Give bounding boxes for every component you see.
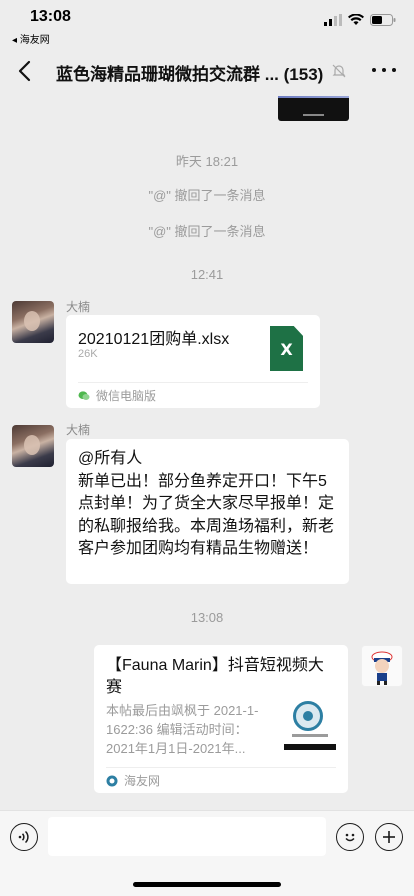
home-indicator[interactable] (133, 882, 281, 887)
back-arrow-icon[interactable] (14, 58, 38, 84)
share-title: 【Fauna Marin】抖音短视频大赛 (106, 657, 324, 696)
police-avatar-icon (371, 651, 393, 685)
member-count: (153) (283, 65, 324, 84)
share-card-message[interactable]: 【Fauna Marin】抖音短视频大赛 本帖最后由飒枫于 2021-1-162… (94, 645, 348, 793)
excel-file-icon: X (270, 326, 303, 371)
message-source: 微信电脑版 (78, 382, 308, 408)
logo-caption (292, 734, 328, 737)
chat-title: 蓝色海精品珊瑚微拍交流群 ... (153) (56, 60, 331, 85)
dot-icon (392, 68, 396, 72)
timestamp: 昨天 18:21 (175, 154, 239, 169)
message-text: @所有人 新单已出！部分鱼养定开口！下午5点封单！为了货全大家尽早报单！定的私聊… (78, 450, 335, 557)
share-description: 本帖最后由飒枫于 2021-1-1622:36 编辑活动时间：2021年1月1日… (106, 703, 259, 756)
timestamp: 12:41 (190, 267, 224, 282)
message-source: 海友网 (106, 767, 336, 793)
image-content (278, 96, 349, 98)
file-message-bubble[interactable]: 20210121团购单.xlsx 26K X 微信电脑版 (66, 315, 320, 408)
source-label: 海友网 (124, 774, 161, 788)
message-list[interactable]: 昨天 18:21 "@" 撤回了一条消息 "@" 撤回了一条消息 12:41 大… (0, 96, 414, 810)
wifi-icon (348, 14, 364, 25)
signal-icon (324, 14, 342, 26)
dot-icon (372, 68, 376, 72)
mute-bell-icon (332, 64, 346, 78)
thumbnail-bar (284, 744, 336, 750)
sender-avatar[interactable] (12, 425, 54, 467)
file-size: 26K (78, 348, 98, 360)
file-name: 20210121团购单.xlsx (78, 331, 230, 348)
voice-icon (18, 830, 29, 844)
status-time: 13:08 (30, 8, 71, 25)
more-functions-button[interactable] (375, 823, 403, 851)
image-message[interactable] (278, 96, 349, 121)
more-options-button[interactable] (372, 60, 396, 80)
status-icons (324, 14, 396, 26)
sender-name: 大楠 (66, 300, 91, 314)
image-indicator (303, 114, 324, 116)
file-icon-letter: X (280, 340, 293, 359)
voice-input-button[interactable] (10, 823, 38, 851)
recall-notice: "@" 撤回了一条消息 (148, 224, 266, 239)
battery-icon (370, 14, 396, 26)
sender-name: 大楠 (66, 423, 91, 437)
status-bar: 13:08 ◂ 海友网 (0, 0, 414, 46)
group-name: 蓝色海精品珊瑚微拍交流群 ... (56, 65, 279, 84)
emoji-icon (345, 833, 355, 842)
recall-notice: "@" 撤回了一条消息 (148, 188, 266, 203)
timestamp: 13:08 (190, 610, 224, 625)
share-thumbnail (284, 698, 336, 750)
dot-icon (382, 68, 386, 72)
emoji-button[interactable] (336, 823, 364, 851)
back-to-app-link[interactable]: ◂ 海友网 (12, 31, 50, 46)
site-icon (106, 775, 118, 786)
plus-icon (383, 831, 395, 843)
fauna-marin-logo (293, 701, 323, 731)
my-avatar[interactable] (361, 645, 403, 687)
source-label: 微信电脑版 (96, 389, 157, 403)
sender-avatar[interactable] (12, 301, 54, 343)
message-input[interactable] (48, 817, 326, 856)
text-message-bubble[interactable]: @所有人 新单已出！部分鱼养定开口！下午5点封单！为了货全大家尽早报单！定的私聊… (66, 439, 349, 584)
wechat-icon (78, 390, 90, 400)
chat-header: 蓝色海精品珊瑚微拍交流群 ... (153) (0, 46, 414, 96)
